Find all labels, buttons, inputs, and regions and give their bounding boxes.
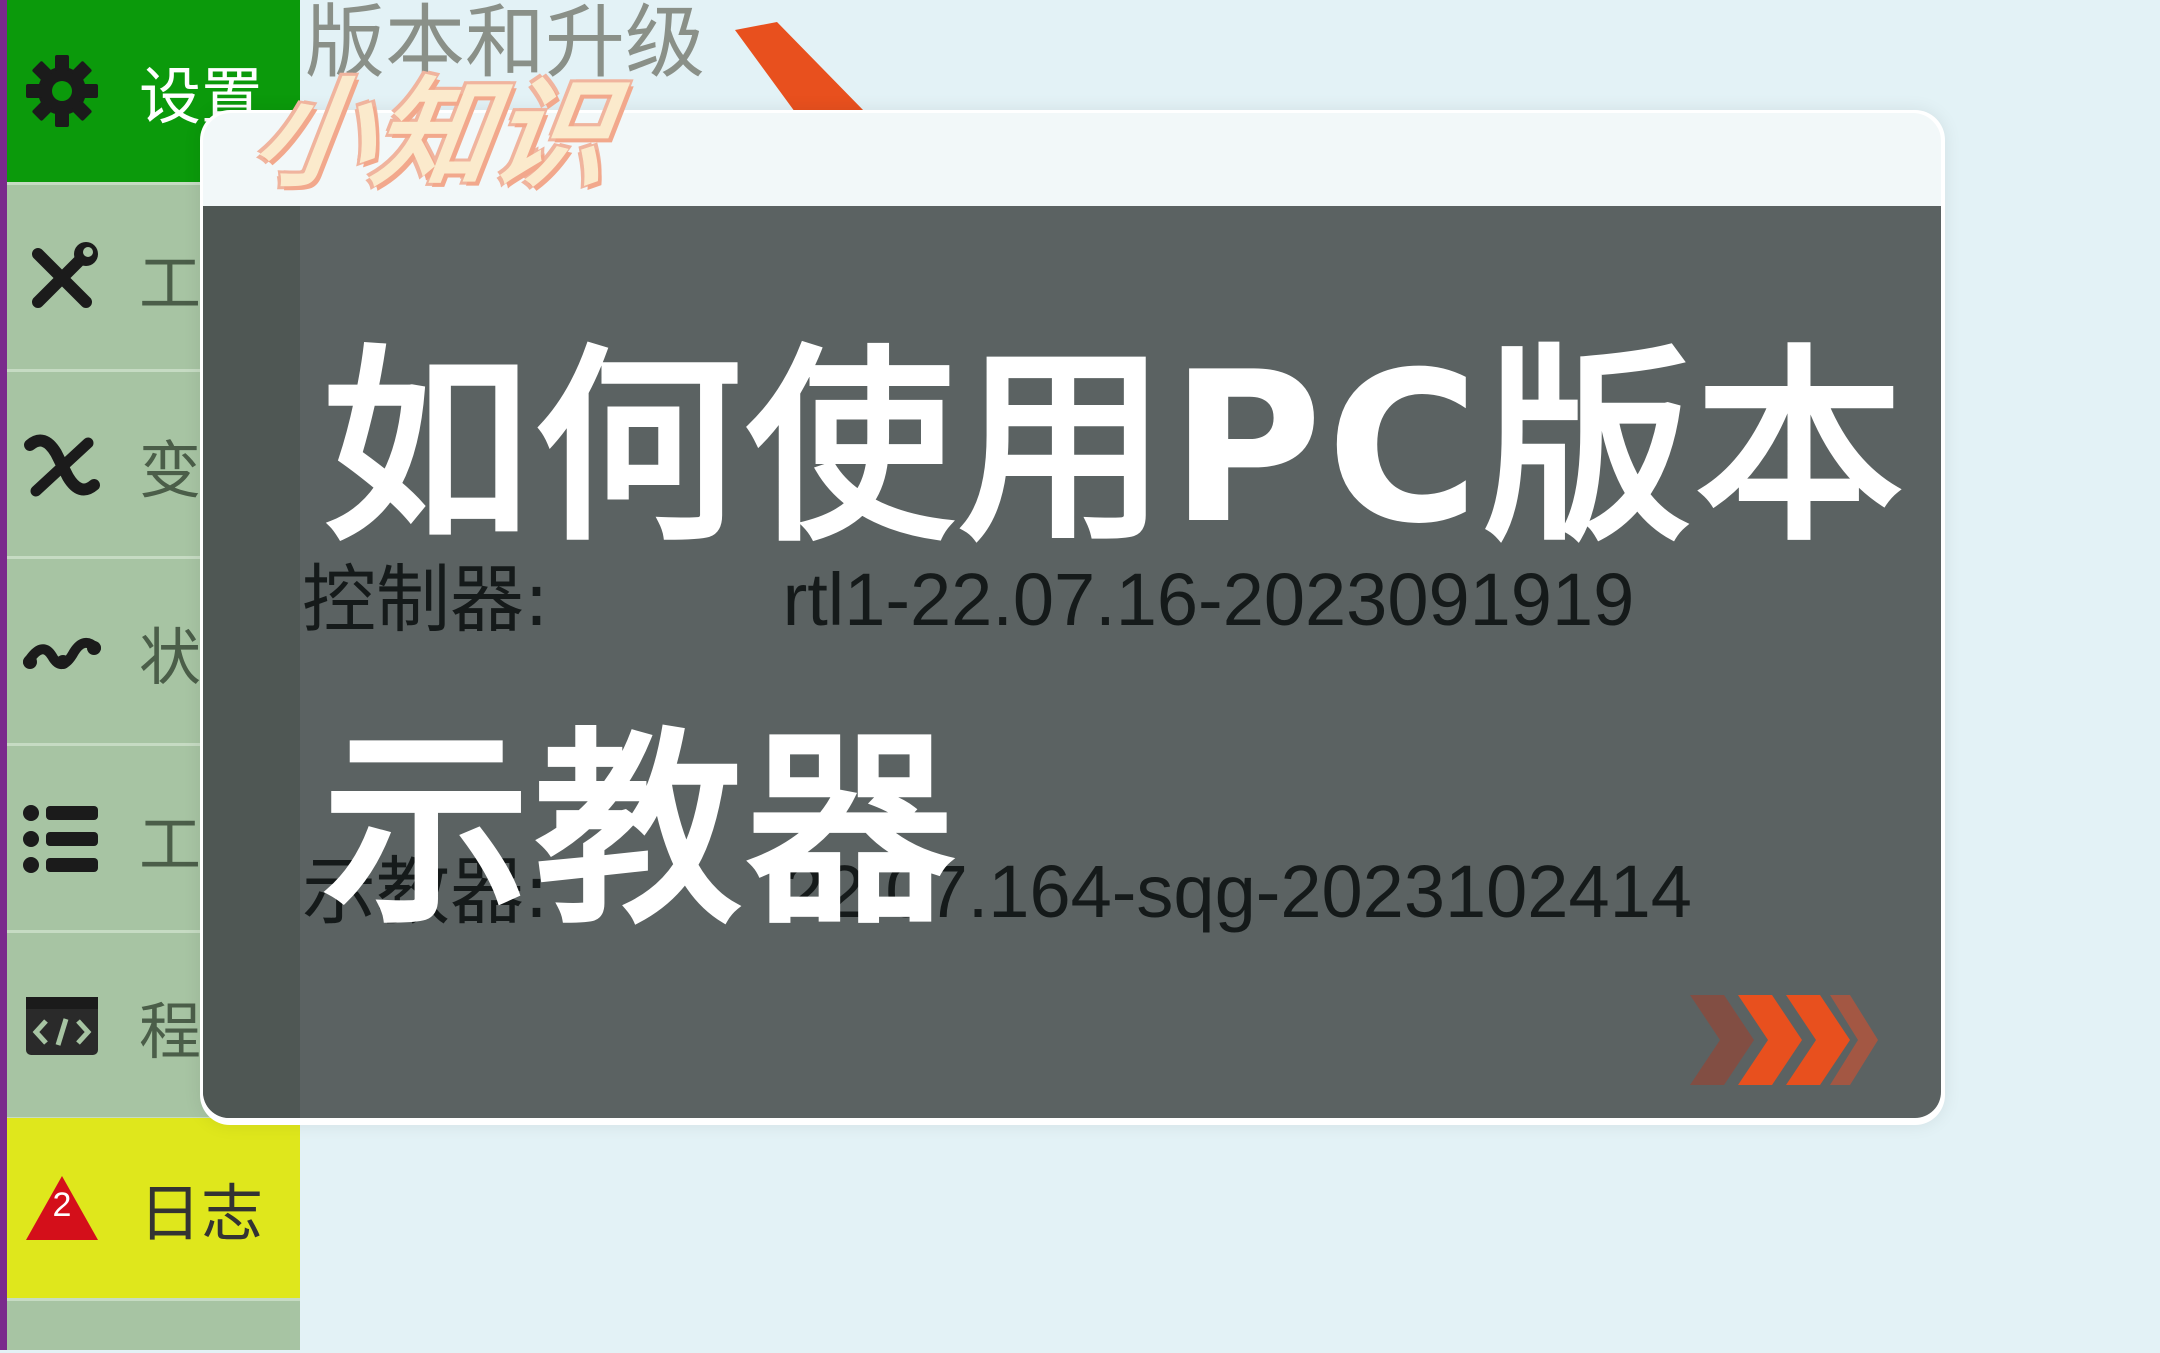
chevron-right-icon xyxy=(1690,995,1878,1085)
code-window-icon xyxy=(12,976,112,1076)
list-icon xyxy=(12,789,112,889)
sidebar-item-more[interactable] xyxy=(7,1303,300,1353)
overlay-title-line2: 示教器 xyxy=(322,711,958,953)
dialog-left-strip xyxy=(203,206,300,1118)
wrench-screwdriver-icon xyxy=(12,228,112,328)
tips-sticker: 小知识 xyxy=(246,65,621,203)
variable-x-icon xyxy=(12,415,112,515)
log-badge-count: 2 xyxy=(52,1186,72,1224)
sidebar-item-label: 日志 xyxy=(139,1177,264,1250)
orange-flag-decoration xyxy=(735,22,865,112)
gear-icon xyxy=(12,41,112,141)
wave-icon xyxy=(12,602,112,702)
overlay-title-line1: 如何使用PC版本 xyxy=(322,328,1908,570)
warning-triangle-icon: 2 xyxy=(12,1158,112,1258)
controller-version: rtl1-22.07.16-2023091919 xyxy=(782,558,1635,641)
sidebar-item-log[interactable]: 2 日志 xyxy=(7,1118,300,1301)
